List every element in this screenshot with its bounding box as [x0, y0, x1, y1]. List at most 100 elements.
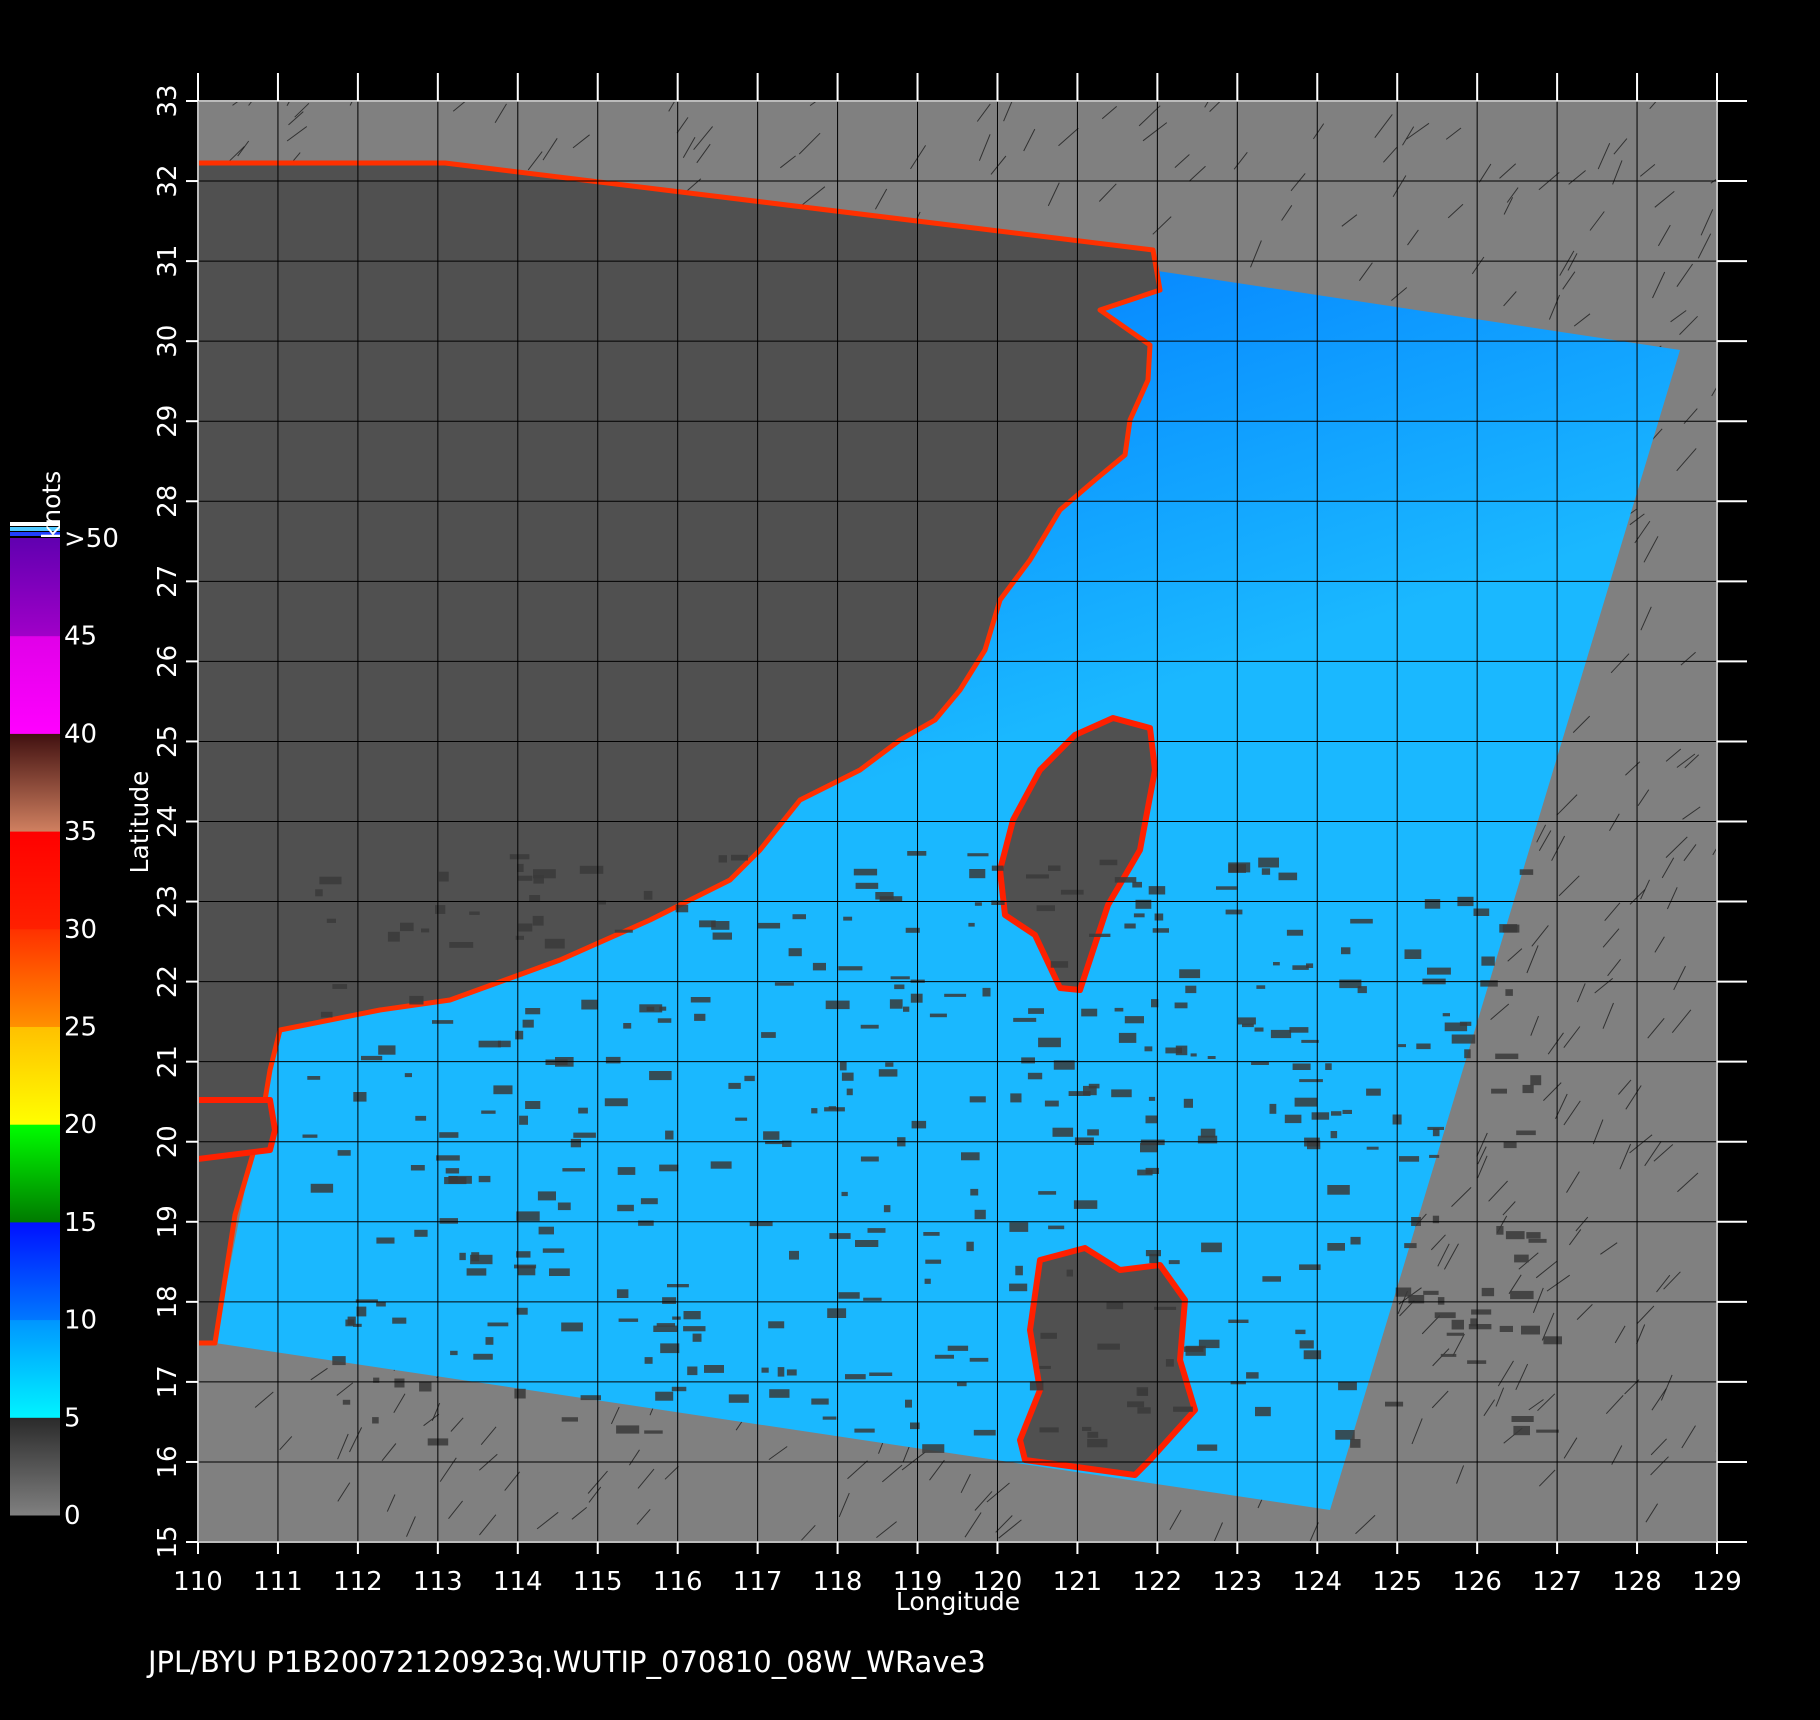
x-tick-label: 126: [1452, 1567, 1502, 1597]
speckle-patch: [320, 1011, 333, 1018]
speckle-patch: [1292, 1063, 1311, 1070]
colorbar-tick-label: 0: [64, 1501, 81, 1531]
speckle-patch: [376, 1301, 386, 1307]
speckle-patch: [1404, 1243, 1417, 1249]
speckle-patch: [515, 935, 524, 940]
speckle-patch: [786, 1369, 797, 1376]
speckle-patch: [974, 1209, 986, 1220]
speckle-patch: [944, 993, 967, 997]
speckle-patch: [469, 911, 480, 915]
speckle-patch: [1399, 1156, 1420, 1162]
y-tick-label: 29: [153, 405, 183, 438]
speckle-patch: [525, 1008, 541, 1015]
x-tick-label: 111: [253, 1567, 303, 1597]
speckle-patch: [792, 914, 806, 920]
speckle-patch: [419, 1381, 432, 1392]
speckle-patch: [822, 1416, 837, 1420]
y-tick-label: 20: [153, 1125, 183, 1158]
speckle-patch: [557, 1202, 571, 1211]
y-tick-label: 23: [153, 885, 183, 918]
speckle-patch: [394, 1378, 405, 1388]
x-tick-label: 129: [1692, 1567, 1742, 1597]
speckle-patch: [579, 865, 604, 874]
speckle-patch: [435, 905, 446, 914]
speckle-patch: [1190, 1053, 1197, 1057]
speckle-patch: [769, 1389, 790, 1398]
speckle-patch: [1521, 1325, 1540, 1335]
x-axis-title: Longitude: [896, 1587, 1020, 1616]
speckle-patch: [883, 1205, 891, 1213]
speckle-patch: [1491, 1088, 1507, 1094]
speckle-patch: [319, 876, 342, 885]
x-tick-label: 128: [1612, 1567, 1662, 1597]
speckle-patch: [867, 1228, 886, 1233]
speckle-patch: [1225, 909, 1243, 915]
speckle-patch: [828, 1106, 837, 1110]
speckle-patch: [1255, 1406, 1271, 1417]
colorbar-tick-label: 10: [64, 1306, 97, 1336]
speckle-patch: [376, 1237, 395, 1244]
colorbar-segment: [10, 1319, 60, 1418]
colorbar-tick-label: 15: [64, 1208, 97, 1238]
speckle-patch: [516, 1211, 540, 1221]
colorbar-tick-label: 20: [64, 1110, 97, 1140]
speckle-patch: [542, 1248, 565, 1253]
speckle-patch: [1339, 979, 1362, 989]
speckle-patch: [1440, 1353, 1457, 1357]
speckle-patch: [777, 1367, 785, 1377]
speckle-patch: [604, 1098, 628, 1107]
speckle-patch: [1331, 1111, 1342, 1116]
speckle-patch: [337, 1150, 351, 1156]
speckle-patch: [345, 1319, 355, 1327]
colorbar-tick-label: 30: [64, 915, 97, 945]
speckle-patch: [1295, 1329, 1306, 1335]
speckle-patch: [659, 1164, 679, 1172]
speckle-patch: [570, 1138, 581, 1148]
speckle-patch: [307, 1076, 321, 1080]
speckle-patch: [1179, 969, 1201, 979]
speckle-patch: [1200, 1128, 1216, 1138]
speckle-patch: [845, 1374, 866, 1380]
speckle-patch: [1299, 1079, 1323, 1083]
colorbar-segment: [10, 831, 60, 930]
speckle-patch: [1028, 1008, 1044, 1014]
speckle-patch: [1385, 1401, 1404, 1407]
speckle-patch: [478, 1040, 501, 1048]
speckle-patch: [1327, 1185, 1350, 1195]
speckle-patch: [1048, 1225, 1065, 1230]
speckle-patch: [1536, 1429, 1559, 1433]
speckle-patch: [655, 1391, 674, 1401]
colorbar-segment: [10, 635, 60, 734]
speckle-patch: [1207, 1056, 1216, 1059]
speckle-patch: [481, 1110, 496, 1114]
speckle-patch: [1366, 1146, 1379, 1150]
speckle-patch: [934, 1354, 954, 1359]
speckle-patch: [1481, 956, 1495, 966]
speckle-patch: [332, 984, 348, 989]
speckle-patch: [1278, 872, 1298, 881]
speckle-patch: [838, 1292, 860, 1299]
speckle-patch: [404, 1073, 412, 1078]
speckle-patch: [439, 1218, 458, 1224]
speckle-patch: [1499, 924, 1518, 933]
speckle-patch: [1114, 1007, 1124, 1012]
speckle-patch: [860, 1156, 879, 1162]
speckle-patch: [1258, 857, 1279, 868]
speckle-patch: [1124, 1016, 1144, 1024]
speckle-patch: [704, 1365, 724, 1373]
speckle-patch: [414, 1229, 428, 1237]
speckle-patch: [342, 1399, 351, 1405]
speckle-patch: [1165, 1359, 1174, 1367]
colorbar-tick-label: 40: [64, 719, 97, 749]
speckle-patch: [1124, 923, 1136, 929]
speckle-patch: [1299, 1340, 1314, 1349]
speckle-patch: [854, 1428, 875, 1433]
speckle-patch: [1009, 1222, 1029, 1232]
speckle-patch: [1442, 1013, 1450, 1017]
speckle-patch: [1519, 869, 1534, 875]
speckle-patch: [1029, 1381, 1044, 1391]
speckle-patch: [400, 922, 414, 932]
speckle-patch: [839, 1061, 847, 1071]
speckle-patch: [544, 938, 565, 949]
speckle-patch: [829, 1233, 851, 1239]
